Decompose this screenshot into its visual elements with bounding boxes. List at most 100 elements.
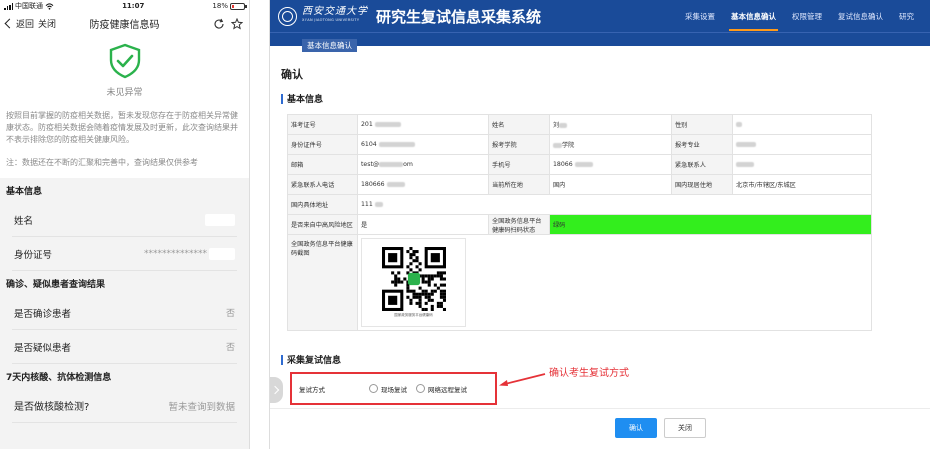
sidebar-toggle[interactable] xyxy=(270,377,283,403)
list-item: 是否确诊患者 否 xyxy=(12,296,237,330)
tests-card: 是否做核酸检测? 暂未查询到数据 xyxy=(0,389,249,423)
redaction xyxy=(378,141,415,147)
confirm-button[interactable]: 确认 xyxy=(615,418,657,438)
status-notice: 按照目前掌握的防疫相关数据，暂未发现您存在于防疫相关异常健康状态。防疫相关数据会… xyxy=(0,107,249,150)
menu-item-research[interactable]: 研究 xyxy=(891,0,922,32)
exam-id-value: 201 xyxy=(361,121,373,128)
shield-check-icon xyxy=(109,43,140,79)
diagnosis-title: 确诊、疑似患者查询结果 xyxy=(0,271,249,296)
back-label: 返回 xyxy=(16,20,35,30)
basic-info-table: 准考证号 201 姓名 刘 性别 身份证件号 6104 报考学院 学院 报考专业… xyxy=(287,114,872,331)
nav-bar: 返回 关闭 防疫健康信息码 xyxy=(0,12,249,35)
list-item: 姓名 xyxy=(12,203,237,237)
phone-label: 手机号 xyxy=(488,154,550,175)
name-label: 姓名 xyxy=(488,114,550,135)
menu-item-collection-settings[interactable]: 采集设置 xyxy=(677,0,723,32)
back-button[interactable]: 返回 xyxy=(4,17,35,30)
phone-value: 18066 xyxy=(553,161,573,168)
email-label: 邮箱 xyxy=(287,154,358,175)
breadcrumb-bar: 基本信息确认 xyxy=(270,32,930,52)
id-number-mask xyxy=(209,247,235,260)
radio-circle[interactable] xyxy=(416,384,425,393)
health-status-text: 未见异常 xyxy=(106,88,143,98)
retest-method-field: 复试方式 现场复试 网络远程复试 xyxy=(290,372,497,405)
redaction xyxy=(736,141,756,147)
basic-info-card: 姓名 身份证号 ************** xyxy=(0,203,249,271)
exam-id-label: 准考证号 xyxy=(287,114,358,135)
redaction xyxy=(574,161,593,167)
emergency-contact-label: 紧急联系人 xyxy=(671,154,733,175)
refresh-icon[interactable] xyxy=(213,18,225,30)
id-number-value: ************** xyxy=(144,248,207,259)
suspected-value: 否 xyxy=(225,343,235,353)
confirmed-value: 否 xyxy=(225,309,235,319)
data-note: 注：数据还在不断的汇聚和完善中，查询结果仅供参考 xyxy=(0,150,249,178)
list-item: 是否疑似患者 否 xyxy=(12,330,237,364)
id-value: 6104 xyxy=(361,141,377,148)
retest-method-label: 复试方式 xyxy=(299,385,325,394)
qr-code-icon xyxy=(381,247,446,311)
section-bar xyxy=(281,354,283,365)
health-code-status-label: 全国政务信息平台健康码扫码状态 xyxy=(488,214,550,235)
close-button[interactable]: 关闭 xyxy=(38,17,56,30)
university-logo-en: XI'AN JIAOTONG UNIVERSITY xyxy=(302,18,360,22)
id-label: 身份证件号 xyxy=(287,134,358,155)
health-code-status-value: 绿码 xyxy=(549,214,872,235)
id-number-label: 身份证号 xyxy=(14,249,53,261)
risk-area-value: 是 xyxy=(357,214,489,235)
emergency-phone-label: 紧急联系人电话 xyxy=(287,174,358,195)
basic-info-section-title: 基本信息 xyxy=(281,92,930,105)
redaction xyxy=(374,121,401,127)
college-value: 学院 xyxy=(562,142,575,149)
major-label: 报考专业 xyxy=(671,134,733,155)
radio-circle[interactable] xyxy=(369,384,378,393)
system-title: 研究生复试信息采集系统 xyxy=(376,7,542,26)
tests-title: 7天内核酸、抗体检测信息 xyxy=(0,364,249,389)
redaction xyxy=(379,161,404,167)
close-button[interactable]: 关闭 xyxy=(664,418,706,438)
radio-remote-label: 网络远程复试 xyxy=(428,385,467,394)
star-icon[interactable] xyxy=(231,17,243,30)
college-label: 报考学院 xyxy=(488,134,550,155)
nucleic-test-label: 是否做核酸检测? xyxy=(14,402,90,413)
current-location-label: 当前所在地 xyxy=(488,174,550,195)
health-code-screenshot[interactable]: 国家政务服务平台健康码 xyxy=(361,238,466,327)
redaction xyxy=(559,122,568,128)
residence-label: 国内现居住地 xyxy=(671,174,733,195)
current-location-value: 国内 xyxy=(549,174,672,195)
wifi-icon xyxy=(45,2,54,10)
table-row: 紧急联系人电话 180666 当前所在地 国内 国内现居住地 北京市/市辖区/东… xyxy=(287,174,872,195)
university-logo-text: 西安交通大学 xyxy=(302,6,368,17)
chevron-left-icon xyxy=(4,18,15,29)
list-item: 是否做核酸检测? 暂未查询到数据 xyxy=(12,389,237,423)
radio-onsite-label: 现场复试 xyxy=(381,385,407,394)
menu-item-retest-confirm[interactable]: 复试信息确认 xyxy=(830,0,891,32)
carrier-name: 中国联通 xyxy=(15,2,43,10)
top-menu: 采集设置 基本信息确认 权限管理 复试信息确认 研究 xyxy=(677,0,922,32)
emergency-phone-value: 180666 xyxy=(361,181,385,188)
signal-icon xyxy=(4,3,13,10)
table-row: 身份证件号 6104 报考学院 学院 报考专业 xyxy=(287,134,872,155)
table-row: 国内具体地址 111 xyxy=(287,194,872,215)
radio-remote[interactable]: 网络远程复试 xyxy=(416,384,467,394)
battery-percent: 18% xyxy=(212,2,228,10)
redaction xyxy=(386,181,405,187)
mobile-health-code-screen: 中国联通 11:07 18% 返回 关闭 防疫健康信息码 未见异常 按照目前掌握… xyxy=(0,0,250,449)
address-value: 111 xyxy=(361,201,373,208)
radio-onsite[interactable]: 现场复试 xyxy=(369,384,407,394)
confirmed-label: 是否确诊患者 xyxy=(14,308,72,320)
menu-item-permission[interactable]: 权限管理 xyxy=(784,0,830,32)
university-logo: 西安交通大学 XI'AN JIAOTONG UNIVERSITY xyxy=(302,7,368,25)
breadcrumb[interactable]: 基本信息确认 xyxy=(302,39,357,52)
table-row: 是否来自中高风险地区 是 全国政务信息平台健康码扫码状态 绿码 xyxy=(287,214,872,235)
redaction xyxy=(736,161,754,167)
health-code-image-label: 全国政务信息平台健康码截图 xyxy=(287,234,358,331)
annotation-text: 确认考生复试方式 xyxy=(549,368,629,379)
section-bar xyxy=(281,93,283,104)
qr-caption: 国家政务服务平台健康码 xyxy=(394,313,433,317)
table-row: 准考证号 201 姓名 刘 性别 xyxy=(287,114,872,135)
diagnosis-card: 是否确诊患者 否 是否疑似患者 否 xyxy=(0,296,249,364)
section-title-text: 基本信息 xyxy=(287,95,324,105)
residence-value: 北京市/市辖区/东城区 xyxy=(732,174,872,195)
menu-item-basic-info-confirm[interactable]: 基本信息确认 xyxy=(723,0,784,32)
